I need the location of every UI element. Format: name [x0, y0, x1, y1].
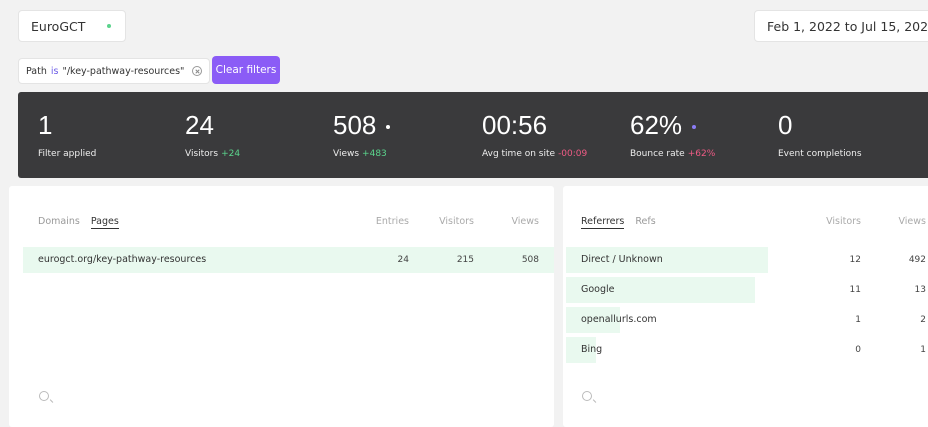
filter-operator: is: [50, 65, 59, 77]
date-range-picker[interactable]: Feb 1, 2022 to Jul 15, 2023: [754, 10, 928, 42]
list-item[interactable]: openallurls.com 1 2: [566, 307, 928, 333]
tab-refs[interactable]: Refs: [635, 216, 655, 227]
site-status-dot: [107, 24, 112, 28]
stat-value: 00:56: [482, 110, 548, 140]
tab-domains[interactable]: Domains: [38, 216, 80, 227]
stat-value: 62%: [630, 112, 697, 138]
visitors-value: 1: [855, 315, 861, 325]
stat-label: Event completions: [778, 149, 862, 159]
site-name: EuroGCT: [31, 18, 86, 34]
stat-label: Filter applied: [38, 149, 97, 159]
search-icon[interactable]: [582, 391, 592, 401]
list-item[interactable]: Google 11 13: [566, 277, 928, 303]
visitors-value: 11: [849, 285, 861, 295]
referrer-name: Bing: [581, 344, 603, 355]
views-value: 508: [521, 255, 539, 265]
pages-tabs: Domains Pages: [38, 216, 127, 229]
pages-panel: Domains Pages Entries Visitors Views eur…: [9, 186, 554, 427]
stat-change: +24: [221, 149, 241, 159]
stat-value: 0: [778, 110, 793, 140]
stat-label: Views +483: [333, 149, 387, 159]
column-header-visitors[interactable]: Visitors: [424, 216, 474, 227]
date-range-label: Feb 1, 2022 to Jul 15, 2023: [767, 18, 928, 34]
filter-value: "/key-pathway-resources": [62, 65, 185, 77]
stat-label: Visitors +24: [185, 149, 241, 159]
clear-filters-button[interactable]: Clear filters: [212, 56, 280, 84]
list-item[interactable]: Bing 0 1: [566, 337, 928, 363]
tab-pages[interactable]: Pages: [90, 216, 119, 229]
referrer-name: openallurls.com: [581, 314, 657, 325]
site-selector[interactable]: EuroGCT: [18, 10, 126, 42]
stat-dot: [692, 125, 697, 130]
stat-change: +483: [362, 149, 387, 159]
table-row[interactable]: eurogct.org/key-pathway-resources 24 215…: [23, 247, 554, 273]
entries-value: 24: [397, 255, 409, 265]
column-header-entries[interactable]: Entries: [359, 216, 409, 227]
stat-change: +62%: [687, 149, 716, 159]
close-circle-icon[interactable]: [192, 66, 203, 76]
search-icon[interactable]: [39, 391, 49, 401]
stat-change: -00:09: [558, 149, 588, 159]
referrers-tabs: Referrers Refs: [581, 216, 664, 229]
column-header-views[interactable]: Views: [878, 216, 927, 227]
active-filter[interactable]: Path is "/key-pathway-resources": [18, 58, 210, 84]
visitors-value: 12: [849, 255, 861, 265]
stat-label: Bounce rate +62%: [630, 149, 716, 159]
column-header-visitors[interactable]: Visitors: [813, 216, 861, 227]
visitors-value: 0: [855, 345, 861, 355]
referrer-name: Google: [581, 284, 615, 295]
views-value: 2: [920, 315, 926, 325]
stat-value: 24: [185, 110, 214, 140]
stat-value: 508: [333, 112, 391, 138]
tab-referrers[interactable]: Referrers: [581, 216, 625, 229]
list-item[interactable]: Direct / Unknown 12 492: [566, 247, 928, 273]
stats-bar: 1 Filter applied 24 Visitors +24 508 View…: [18, 92, 928, 178]
visitors-value: 215: [456, 255, 474, 265]
stat-label: Avg time on site -00:09: [482, 149, 588, 159]
column-header-views[interactable]: Views: [489, 216, 540, 227]
views-value: 492: [908, 255, 926, 265]
filter-field: Path: [26, 65, 47, 77]
stat-dot: [386, 125, 391, 130]
referrer-name: Direct / Unknown: [581, 254, 663, 265]
stat-value: 1: [38, 110, 53, 140]
page-path: eurogct.org/key-pathway-resources: [38, 254, 207, 265]
views-value: 13: [914, 285, 926, 295]
referrers-panel: Referrers Refs Visitors Views Direct / U…: [563, 186, 928, 427]
views-value: 1: [920, 345, 926, 355]
